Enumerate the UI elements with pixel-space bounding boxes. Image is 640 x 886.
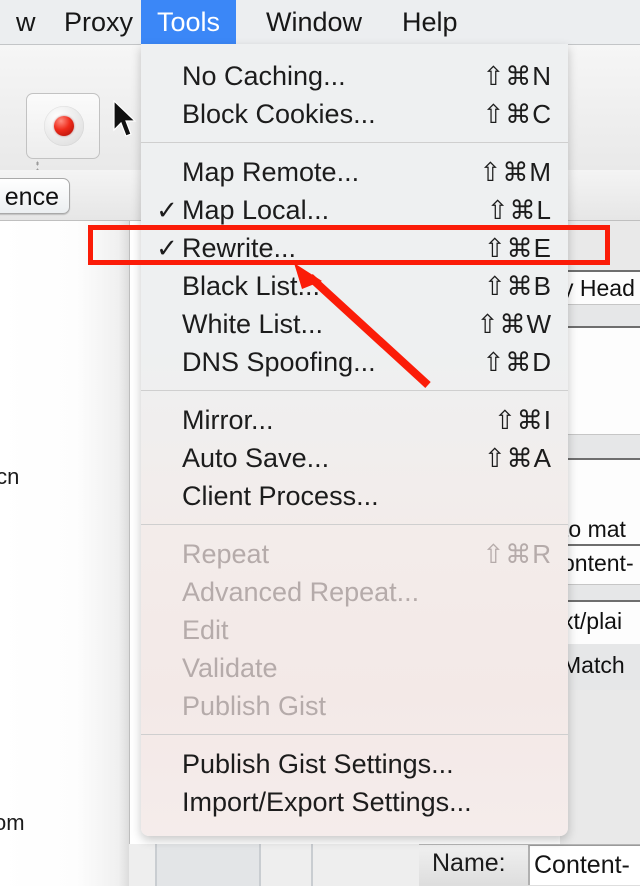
menu-item-shortcut: ⇧⌘W (476, 309, 552, 339)
menu-item-shortcut: ⇧⌘I (493, 405, 552, 435)
inspector-row: y Head (560, 270, 640, 304)
menu-item-dns-spoofing[interactable]: DNS Spoofing... ⇧⌘D (141, 343, 568, 381)
menubar-item-help[interactable]: Help (386, 0, 474, 44)
menu-item-auto-save[interactable]: Auto Save... ⇧⌘A (141, 439, 568, 477)
tools-dropdown-menu[interactable]: No Caching... ⇧⌘N Block Cookies... ⇧⌘C Map R… (141, 44, 568, 836)
menu-item-shortcut: ⇧⌘D (482, 347, 552, 377)
inspector-row: to mat (560, 458, 640, 544)
menu-item-label: White List... (182, 309, 324, 339)
menu-item-white-list[interactable]: White List... ⇧⌘W (141, 305, 568, 343)
menu-item-label: Map Remote... (182, 157, 360, 187)
checkmark-icon: ✓ (156, 195, 178, 225)
menu-item-client-process[interactable]: Client Process... (141, 477, 568, 515)
menu-item-shortcut: ⇧⌘R (482, 539, 552, 569)
menu-item-label: No Caching... (182, 61, 346, 91)
record-button[interactable] (26, 93, 100, 159)
menu-separator (141, 390, 568, 391)
inspector-row (560, 584, 640, 600)
menubar-item-view[interactable]: w (0, 0, 52, 44)
menu-item-shortcut: ⇧⌘L (486, 195, 552, 225)
menu-item-repeat: Repeat ⇧⌘R (141, 535, 568, 573)
menu-item-label: Advanced Repeat... (182, 577, 420, 607)
menubar-item-tools[interactable]: Tools (141, 0, 237, 44)
menu-item-label: Repeat (182, 539, 270, 569)
menu-item-label: Auto Save... (182, 443, 330, 473)
menu-item-label: Import/Export Settings... (182, 787, 472, 817)
menu-item-label: Black List... (182, 271, 321, 301)
menu-item-label: Rewrite... (182, 233, 297, 263)
name-input[interactable]: Content- (528, 845, 640, 885)
name-label: Name: (432, 849, 506, 877)
inspector-row (560, 434, 640, 458)
menu-item-no-caching[interactable]: No Caching... ⇧⌘N (141, 57, 568, 95)
menubar-item-window[interactable]: Window (250, 0, 378, 44)
screenshot-root: y Head : to mat ontent- xt/plai Match en… (0, 0, 640, 886)
menu-item-label: DNS Spoofing... (182, 347, 376, 377)
menu-item-map-local[interactable]: ✓ Map Local... ⇧⌘L (141, 191, 568, 229)
menu-bar: w Proxy Tools Window Help (0, 0, 640, 45)
menu-item-label: Client Process... (182, 481, 379, 511)
record-icon (44, 106, 84, 146)
inspector-row: Match (560, 644, 640, 690)
checkmark-icon: ✓ (156, 233, 178, 263)
menu-item-shortcut: ⇧⌘E (483, 233, 552, 263)
menu-item-shortcut: ⇧⌘B (483, 271, 552, 301)
menu-item-shortcut: ⇧⌘N (482, 61, 552, 91)
inspector-row (560, 304, 640, 326)
menu-separator (141, 524, 568, 525)
menu-item-rewrite[interactable]: ✓ Rewrite... ⇧⌘E (141, 229, 568, 267)
inspector-row: : (560, 326, 640, 434)
tree-node-label: om (0, 810, 25, 835)
tree-node-label: .cn (0, 464, 20, 489)
menu-item-publish-gist-settings[interactable]: Publish Gist Settings... (141, 745, 568, 783)
bottom-tab-cells[interactable] (129, 844, 419, 886)
menu-item-mirror[interactable]: Mirror... ⇧⌘I (141, 401, 568, 439)
menu-item-label: Block Cookies... (182, 99, 376, 129)
mouse-cursor-icon (113, 100, 137, 137)
menu-item-label: Edit (182, 615, 229, 645)
menu-item-advanced-repeat: Advanced Repeat... (141, 573, 568, 611)
menu-item-shortcut: ⇧⌘A (483, 443, 552, 473)
menu-item-label: Publish Gist Settings... (182, 749, 454, 779)
menu-item-label: Map Local... (182, 195, 330, 225)
menu-item-edit: Edit (141, 611, 568, 649)
inspector-pane[interactable]: y Head : to mat ontent- xt/plai Match (560, 220, 640, 844)
menu-item-block-cookies[interactable]: Block Cookies... ⇧⌘C (141, 95, 568, 133)
inspector-row: ontent- (560, 544, 640, 584)
menu-separator (141, 734, 568, 735)
menu-item-map-remote[interactable]: Map Remote... ⇧⌘M (141, 153, 568, 191)
sequence-button[interactable]: ence (0, 178, 70, 214)
menu-item-label: Mirror... (182, 405, 274, 435)
inspector-row: xt/plai (560, 600, 640, 644)
menu-item-label: Validate (182, 653, 278, 683)
menu-item-shortcut: ⇧⌘C (482, 99, 552, 129)
menu-separator (141, 142, 568, 143)
menubar-item-proxy[interactable]: Proxy (48, 0, 149, 44)
menu-item-validate: Validate (141, 649, 568, 687)
menu-item-label: Publish Gist (182, 691, 327, 721)
menu-item-black-list[interactable]: Black List... ⇧⌘B (141, 267, 568, 305)
menu-item-publish-gist: Publish Gist (141, 687, 568, 725)
menu-item-shortcut: ⇧⌘M (479, 157, 552, 187)
menu-item-import-export-settings[interactable]: Import/Export Settings... (141, 783, 568, 821)
session-tree-pane[interactable] (0, 220, 130, 886)
